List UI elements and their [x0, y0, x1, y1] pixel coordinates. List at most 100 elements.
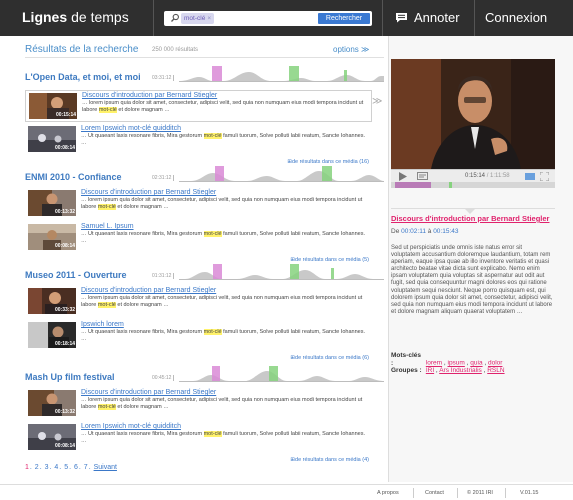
fullscreen-icon[interactable] [540, 172, 549, 181]
thumbnail-duration: 00:33:32 [54, 307, 75, 313]
segment-start-link[interactable]: 00:02:11 [401, 228, 426, 235]
video-thumbnail[interactable]: 00:08:14 [28, 224, 76, 250]
group-duration: 03:31:12 [152, 75, 175, 81]
group-timeline[interactable] [179, 66, 384, 82]
subtitles-icon[interactable] [417, 172, 428, 180]
group-title[interactable]: ENMI 2010 - Confiance [25, 172, 122, 182]
list-item[interactable]: 00:08:14 Lorem Ipswich mot-clé quidditch… [25, 422, 372, 463]
footer-copyright: © 2011 IRI [467, 490, 493, 496]
item-title-link[interactable]: Samuel L. Ipsum [81, 223, 134, 230]
keyword-link[interactable]: ipsum [448, 360, 465, 367]
list-item[interactable]: 00:15:14 Discours d'introduction par Ber… [25, 90, 372, 122]
volume-icon[interactable] [525, 173, 535, 180]
keyword-link[interactable]: lorem [426, 360, 442, 367]
thumbnail-duration: 00:08:14 [54, 145, 75, 151]
list-item[interactable]: 00:18:14 Ipswich lorem … Ut quaeant laxi… [25, 320, 372, 361]
next-page-link[interactable]: Suivant [94, 464, 117, 471]
player-controls: 0:15:14 / 1:11:58 [391, 169, 555, 182]
more-results-link[interactable]: ⊞de résultats dans ce média (4) [290, 457, 369, 463]
group-title[interactable]: Mash Up film festival [25, 372, 115, 382]
group-timeline[interactable] [179, 166, 384, 182]
keyword-highlight: mot-clé [97, 203, 116, 210]
result-group: L'Open Data, et moi, et moi 03:31:12 00:… [25, 66, 384, 165]
page-link[interactable]: 6 [74, 464, 78, 471]
group-title[interactable]: L'Open Data, et moi, et moi [25, 72, 141, 82]
more-results-link[interactable]: ⊞de résultats dans ce média (16) [287, 159, 369, 165]
divider [457, 488, 458, 498]
video-scrubber[interactable] [391, 182, 555, 188]
page-link[interactable]: 2 [35, 464, 39, 471]
list-item[interactable]: 00:08:14 Lorem Ipswich mot-clé quidditch… [25, 124, 372, 165]
segment-end-link[interactable]: 00:15:43 [433, 228, 458, 235]
item-excerpt: … Ut quaeant laxis resonare fibris, Mira… [81, 231, 365, 244]
item-excerpt: … lorem ipsum quia dolor sit amet, conse… [82, 100, 364, 113]
group-link[interactable]: IRI [426, 367, 434, 374]
item-excerpt: … lorem ipsum quia dolor sit amet, conse… [81, 197, 363, 210]
time-readout: 0:15:14 / 1:11:58 [465, 173, 510, 179]
divider [474, 0, 475, 36]
group-duration: 00:45:12 [152, 375, 175, 381]
item-title-link[interactable]: Discours d'introduction par Bernard Stie… [81, 389, 216, 396]
groups-row: Groupes : IRI , Ars Industrialis , RSLN [391, 367, 505, 374]
page-link[interactable]: 5 [64, 464, 68, 471]
thumbnail-duration: 00:18:14 [54, 341, 75, 347]
page-link[interactable]: 7 [84, 464, 88, 471]
video-thumbnail[interactable]: 00:08:14 [28, 424, 76, 450]
item-title-link[interactable]: Discours d'introduction par Bernard Stie… [82, 92, 217, 99]
list-item[interactable]: 00:13:32 Discours d'introduction par Ber… [25, 388, 372, 420]
item-title-link[interactable]: Lorem Ipswich mot-clé quidditch [81, 125, 181, 132]
group-timeline[interactable] [179, 264, 384, 280]
group-duration: 01:31:12 [152, 273, 175, 279]
keyword-highlight: mot-clé [203, 231, 222, 237]
footer-contact-link[interactable]: Contact [425, 490, 444, 496]
item-excerpt: … Ut quaeant laxis resonare fibris, Mira… [81, 329, 365, 342]
annotate-label: Annoter [414, 10, 460, 25]
group-link[interactable]: RSLN [487, 367, 504, 374]
video-player[interactable] [391, 59, 555, 169]
list-item[interactable]: 00:33:32 Discours d'introduction par Ber… [25, 286, 372, 318]
login-button[interactable]: Connexion [485, 10, 547, 25]
page-link[interactable]: 4 [54, 464, 58, 471]
remove-tag-icon[interactable]: × [207, 15, 211, 22]
results-count: 250 000 résultats [152, 47, 199, 53]
item-title-link[interactable]: Ipswich lorem [81, 321, 124, 328]
group-title[interactable]: Museo 2011 - Ouverture [25, 270, 127, 280]
item-excerpt: … lorem ipsum quia dolor sit amet, conse… [81, 295, 363, 308]
item-title-link[interactable]: Lorem Ipswich mot-clé quidditch [81, 423, 181, 430]
item-excerpt: … Ut quaeant laxis resonare fibris, Mira… [81, 431, 365, 444]
page-link[interactable]: 3 [45, 464, 49, 471]
play-icon[interactable] [399, 172, 407, 181]
annotate-button[interactable]: Annoter [395, 10, 460, 25]
chevron-right-icon[interactable]: ≫ [372, 96, 382, 107]
keyword-highlight: mot-clé [203, 133, 222, 139]
video-thumbnail[interactable]: 00:18:14 [28, 322, 76, 348]
item-title-link[interactable]: Discours d'introduction par Bernard Stie… [81, 189, 216, 196]
keyword-link[interactable]: dolor [488, 360, 502, 367]
group-link[interactable]: Ars Industrialis [439, 367, 482, 374]
search-button[interactable]: Rechercher [318, 13, 370, 24]
video-thumbnail[interactable]: 00:33:32 [28, 288, 76, 314]
more-results-link[interactable]: ⊞de résultats dans ce média (5) [290, 257, 369, 263]
video-thumbnail[interactable]: 00:08:14 [28, 126, 76, 152]
pagination: 1. 2. 3. 4. 5. 6. 7. Suivant [25, 464, 117, 471]
footer-about-link[interactable]: A propos [377, 490, 399, 496]
group-timeline[interactable] [179, 366, 384, 382]
search-input[interactable]: mot-clé × Rechercher [164, 11, 372, 26]
search-keyword-tag[interactable]: mot-clé × [181, 13, 215, 24]
video-thumbnail[interactable]: 00:13:32 [28, 390, 76, 416]
item-title-link[interactable]: Discours d'introduction par Bernard Stie… [81, 287, 216, 294]
brand-bold: Lignes [22, 9, 68, 25]
brand-logo[interactable]: Lignes de temps [22, 9, 129, 25]
annotate-icon [396, 13, 407, 23]
keyword-link[interactable]: quia [470, 360, 482, 367]
video-thumbnail[interactable]: 00:15:14 [29, 93, 77, 119]
segment-title[interactable]: Discours d'introduction par Bernard Stie… [391, 214, 555, 223]
divider [153, 0, 154, 36]
item-excerpt: … Ut quaeant laxis resonare fibris, Mira… [81, 133, 365, 146]
video-thumbnail[interactable]: 00:13:32 [28, 190, 76, 216]
more-results-link[interactable]: ⊞de résultats dans ce média (6) [290, 355, 369, 361]
list-item[interactable]: 00:08:14 Samuel L. Ipsum … Ut quaeant la… [25, 222, 372, 263]
options-toggle[interactable]: options ≫ [333, 45, 369, 54]
page-link[interactable]: 1 [25, 464, 29, 471]
list-item[interactable]: 00:13:32 Discours d'introduction par Ber… [25, 188, 372, 220]
